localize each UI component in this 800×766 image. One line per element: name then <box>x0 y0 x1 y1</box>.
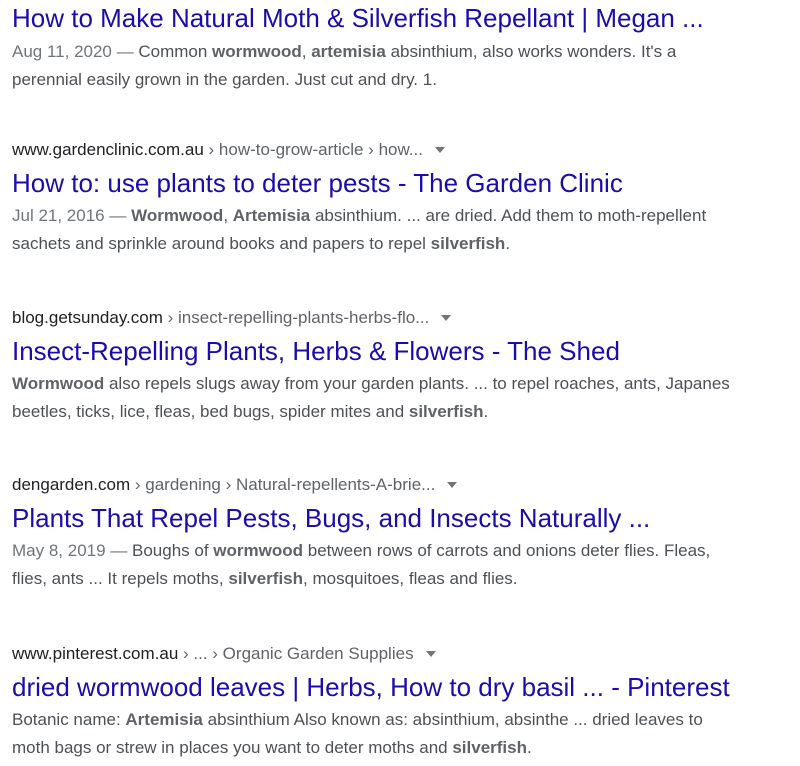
snippet-text: absinthium. ... are dried. Add them to m… <box>310 206 707 225</box>
result-snippet: Wormwood also repels slugs away from you… <box>12 370 800 426</box>
result-date: Aug 11, 2020 — <box>12 42 139 61</box>
snippet-text: absinthium Also known as: absinthium, ab… <box>202 710 703 729</box>
snippet-highlight: silverfish <box>228 569 304 588</box>
snippet-highlight: Wormwood <box>131 206 224 225</box>
result-breadcrumb: dengarden.com › gardening › Natural-repe… <box>12 474 800 496</box>
snippet-line: perennial easily grown in the garden. Ju… <box>12 66 800 94</box>
search-result: blog.getsunday.com › insect-repelling-pl… <box>12 307 800 426</box>
snippet-text: , <box>223 206 233 225</box>
snippet-text: Boughs of <box>132 541 214 560</box>
dropdown-arrow-icon[interactable] <box>435 146 445 153</box>
result-title-link[interactable]: How to: use plants to deter pests - The … <box>12 167 800 199</box>
snippet-highlight: Artemisia <box>232 206 311 225</box>
snippet-text: flies, ants ... It repels moths, <box>12 569 229 588</box>
snippet-highlight: wormwood <box>213 541 304 560</box>
dropdown-arrow-icon[interactable] <box>447 481 458 488</box>
result-snippet: Jul 21, 2016 — Wormwood, Artemisia absin… <box>12 202 800 258</box>
result-date: May 8, 2019 — <box>12 541 133 560</box>
snippet-text: . <box>483 402 489 421</box>
result-path: › insect-repelling-plants-herbs-flo... <box>162 308 430 327</box>
result-snippet: May 8, 2019 — Boughs of wormwood between… <box>12 537 800 593</box>
result-snippet: Aug 11, 2020 — Common wormwood, artemisi… <box>12 38 800 94</box>
result-domain: blog.getsunday.com <box>12 308 163 327</box>
result-path: › gardening › Natural-repellents-A-brie.… <box>130 475 436 494</box>
result-domain: dengarden.com <box>12 475 131 494</box>
result-title-link[interactable]: Insect-Repelling Plants, Herbs & Flowers… <box>12 335 800 367</box>
snippet-highlight: silverfish <box>430 234 506 253</box>
snippet-line: Jul 21, 2016 — Wormwood, Artemisia absin… <box>12 202 800 230</box>
snippet-text: perennial easily grown in the garden. Ju… <box>12 70 437 89</box>
result-snippet: Botanic name: Artemisia absinthium Also … <box>12 706 800 762</box>
snippet-highlight: silverfish <box>408 402 484 421</box>
snippet-text: Common <box>138 42 213 61</box>
snippet-text: also repels slugs away from your garden … <box>104 374 730 393</box>
snippet-text: beetles, ticks, lice, fleas, bed bugs, s… <box>12 402 409 421</box>
snippet-highlight: silverfish <box>452 738 527 757</box>
snippet-text: , mosquitoes, fleas and flies. <box>303 569 518 588</box>
result-path: › ... › Organic Garden Supplies <box>178 644 414 663</box>
result-path: › how-to-grow-article › how... <box>203 140 423 159</box>
snippet-text: sachets and sprinkle around books and pa… <box>12 234 431 253</box>
result-title-link[interactable]: dried wormwood leaves | Herbs, How to dr… <box>12 671 800 703</box>
result-date: Jul 21, 2016 — <box>12 206 132 225</box>
snippet-highlight: Artemisia <box>125 710 203 729</box>
result-title-link[interactable]: How to Make Natural Moth & Silverfish Re… <box>12 2 800 34</box>
snippet-text: moth bags or strew in places you want to… <box>12 738 453 757</box>
dropdown-arrow-icon[interactable] <box>441 314 452 321</box>
snippet-line: sachets and sprinkle around books and pa… <box>12 230 800 258</box>
search-result: dengarden.com › gardening › Natural-repe… <box>12 474 800 593</box>
result-breadcrumb: www.gardenclinic.com.au › how-to-grow-ar… <box>12 139 800 161</box>
result-domain: www.gardenclinic.com.au <box>12 140 204 159</box>
result-domain: www.pinterest.com.au <box>12 644 179 663</box>
snippet-line: Botanic name: Artemisia absinthium Also … <box>12 706 800 734</box>
snippet-text: . <box>527 738 532 757</box>
snippet-line: Wormwood also repels slugs away from you… <box>12 370 800 398</box>
snippet-line: moth bags or strew in places you want to… <box>12 734 800 762</box>
snippet-highlight: artemisia <box>311 42 386 61</box>
result-title-link[interactable]: Plants That Repel Pests, Bugs, and Insec… <box>12 502 800 534</box>
snippet-text: . <box>505 234 511 253</box>
snippet-line: flies, ants ... It repels moths, silverf… <box>12 565 800 593</box>
snippet-text: between rows of carrots and onions deter… <box>303 541 711 560</box>
snippet-highlight: Wormwood <box>12 374 105 393</box>
snippet-highlight: wormwood <box>212 42 302 61</box>
snippet-line: Aug 11, 2020 — Common wormwood, artemisi… <box>12 38 800 66</box>
result-breadcrumb: blog.getsunday.com › insect-repelling-pl… <box>12 307 800 329</box>
snippet-line: May 8, 2019 — Boughs of wormwood between… <box>12 537 800 565</box>
search-result: www.pinterest.com.au › ... › Organic Gar… <box>12 643 800 762</box>
search-result: How to Make Natural Moth & Silverfish Re… <box>12 2 800 94</box>
snippet-text: Botanic name: <box>12 710 126 729</box>
snippet-line: beetles, ticks, lice, fleas, bed bugs, s… <box>12 398 800 426</box>
search-result: www.gardenclinic.com.au › how-to-grow-ar… <box>12 139 800 258</box>
result-breadcrumb: www.pinterest.com.au › ... › Organic Gar… <box>12 643 800 665</box>
snippet-text: absinthium, also works wonders. It's a <box>385 42 677 61</box>
dropdown-arrow-icon[interactable] <box>425 650 436 657</box>
snippet-text: , <box>301 42 312 61</box>
